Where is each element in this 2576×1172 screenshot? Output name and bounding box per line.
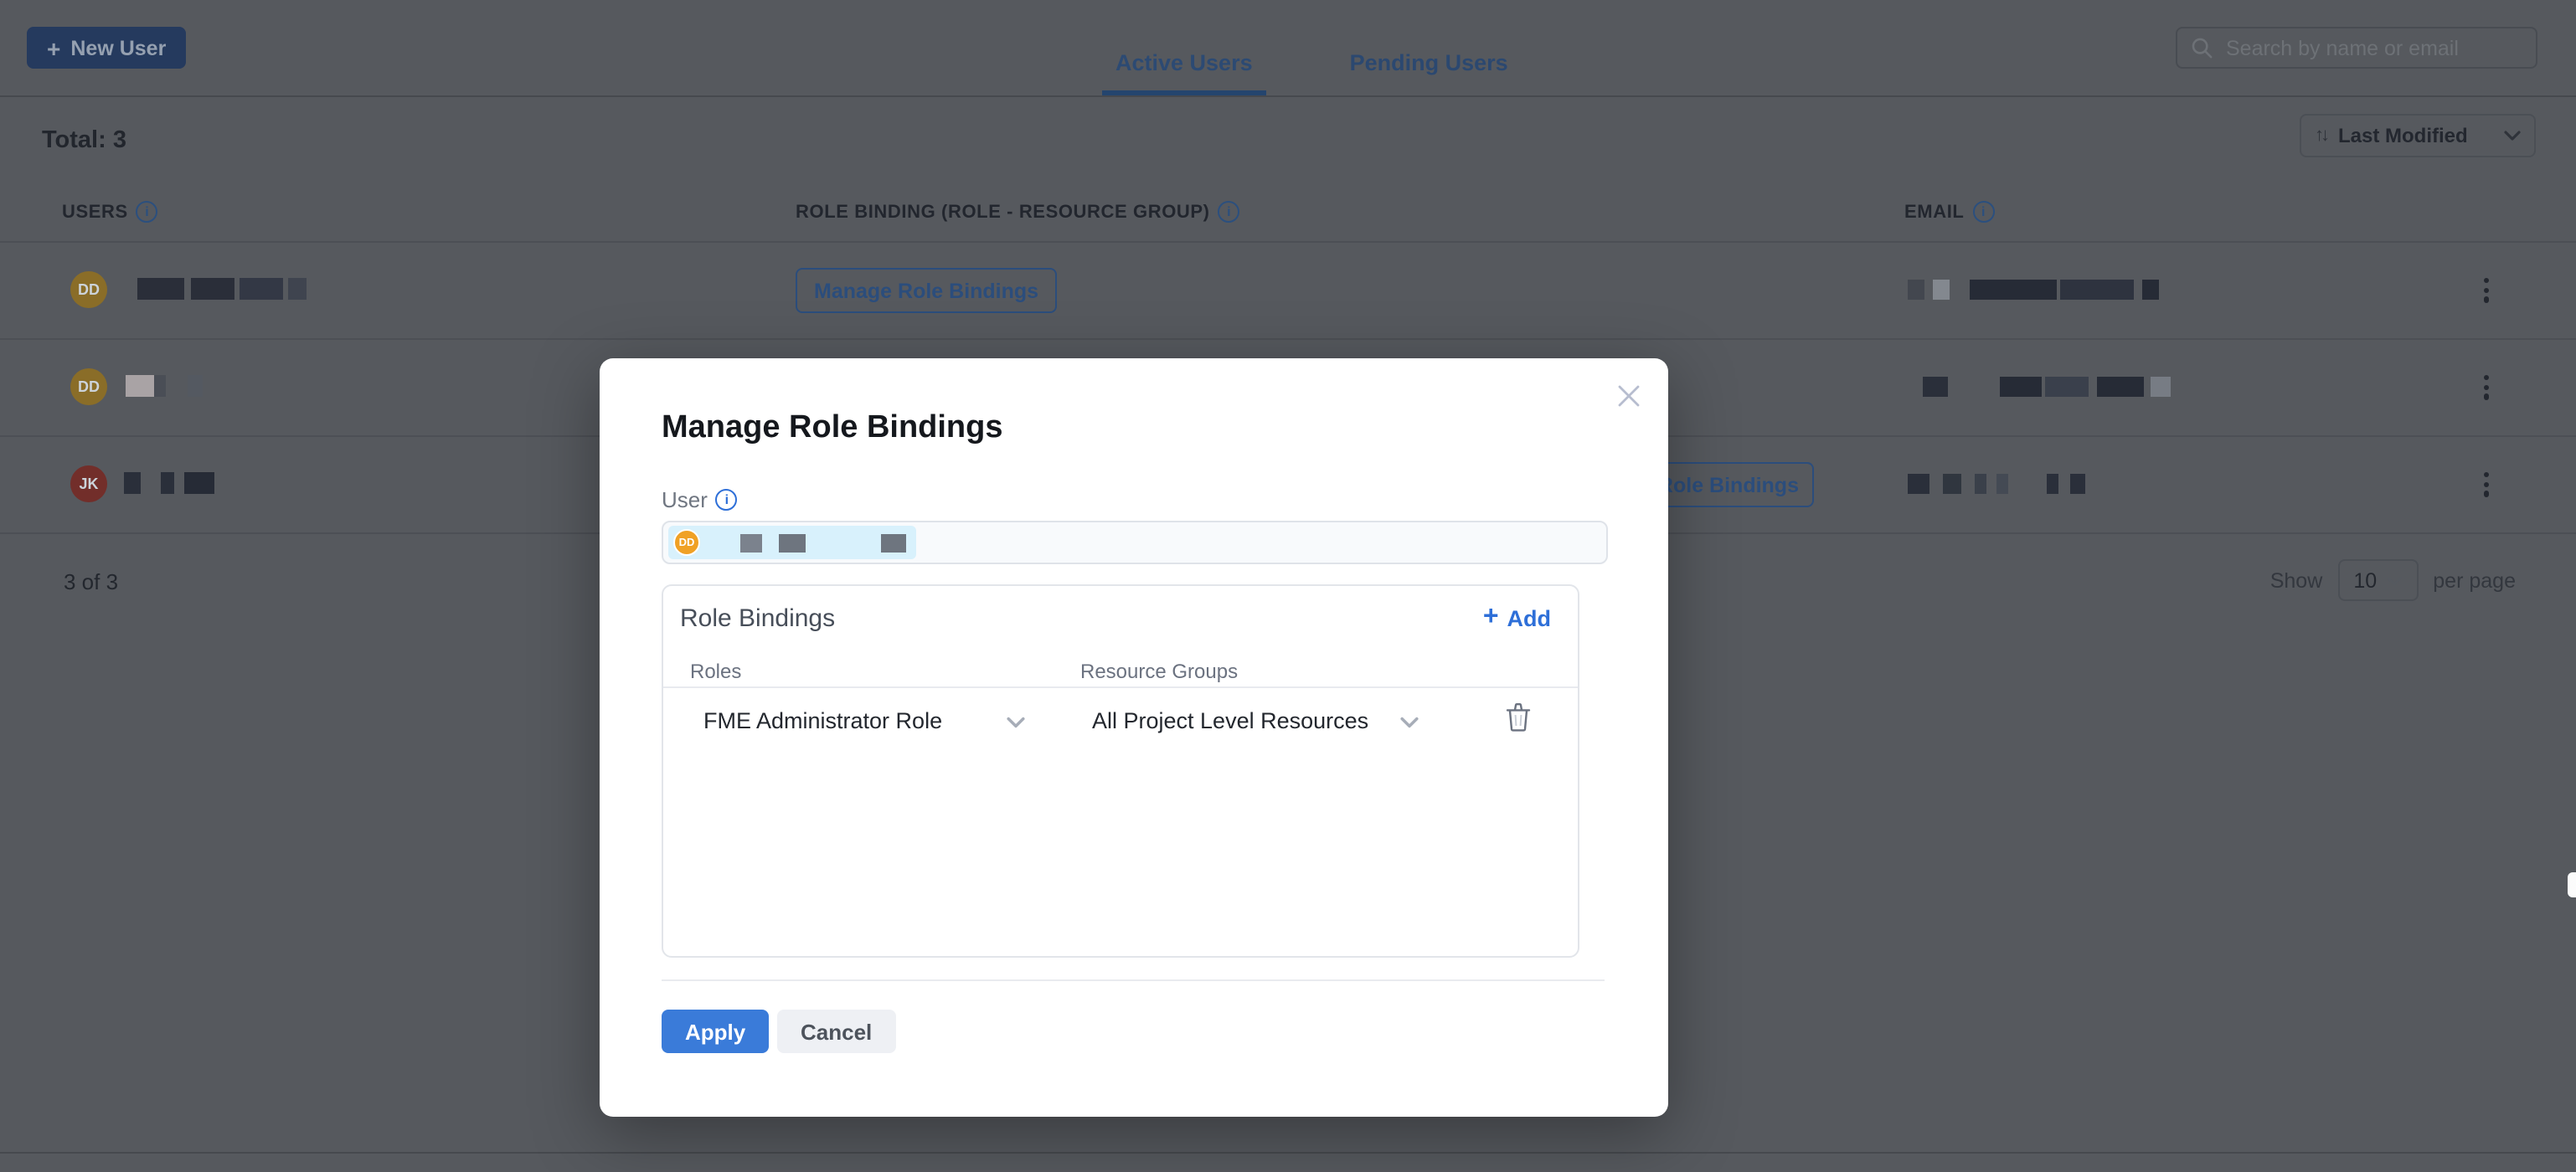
avatar: DD bbox=[673, 529, 700, 556]
close-icon[interactable] bbox=[1611, 378, 1645, 412]
info-icon[interactable]: i bbox=[715, 489, 738, 511]
selected-user-chip[interactable]: DD bbox=[668, 526, 916, 559]
cancel-button[interactable]: Cancel bbox=[777, 1010, 896, 1053]
role-bindings-card: Role Bindings + Add Roles Resource Group… bbox=[662, 584, 1579, 958]
roles-column-header: Roles bbox=[690, 660, 742, 683]
user-field-label: User i bbox=[662, 487, 738, 512]
resource-groups-column-header: Resource Groups bbox=[1080, 660, 1239, 683]
role-bindings-section-title: Role Bindings bbox=[680, 604, 836, 632]
apply-button[interactable]: Apply bbox=[662, 1010, 770, 1053]
dialog-title: Manage Role Bindings bbox=[662, 410, 1003, 445]
trash-icon[interactable] bbox=[1506, 703, 1531, 732]
chevron-down-icon[interactable] bbox=[1007, 717, 1025, 728]
chevron-down-icon[interactable] bbox=[1400, 717, 1419, 728]
add-binding-button[interactable]: + Add bbox=[1483, 604, 1551, 631]
plus-icon: + bbox=[1482, 603, 1499, 631]
user-select-input[interactable]: DD bbox=[662, 521, 1608, 564]
card-divider bbox=[663, 686, 1578, 688]
manage-role-bindings-dialog: Manage Role Bindings User i DD Role Bind… bbox=[600, 358, 1668, 1117]
role-select[interactable]: FME Administrator Role bbox=[703, 708, 942, 733]
content-bottom-divider bbox=[662, 979, 1605, 981]
resource-group-select[interactable]: All Project Level Resources bbox=[1092, 708, 1368, 733]
